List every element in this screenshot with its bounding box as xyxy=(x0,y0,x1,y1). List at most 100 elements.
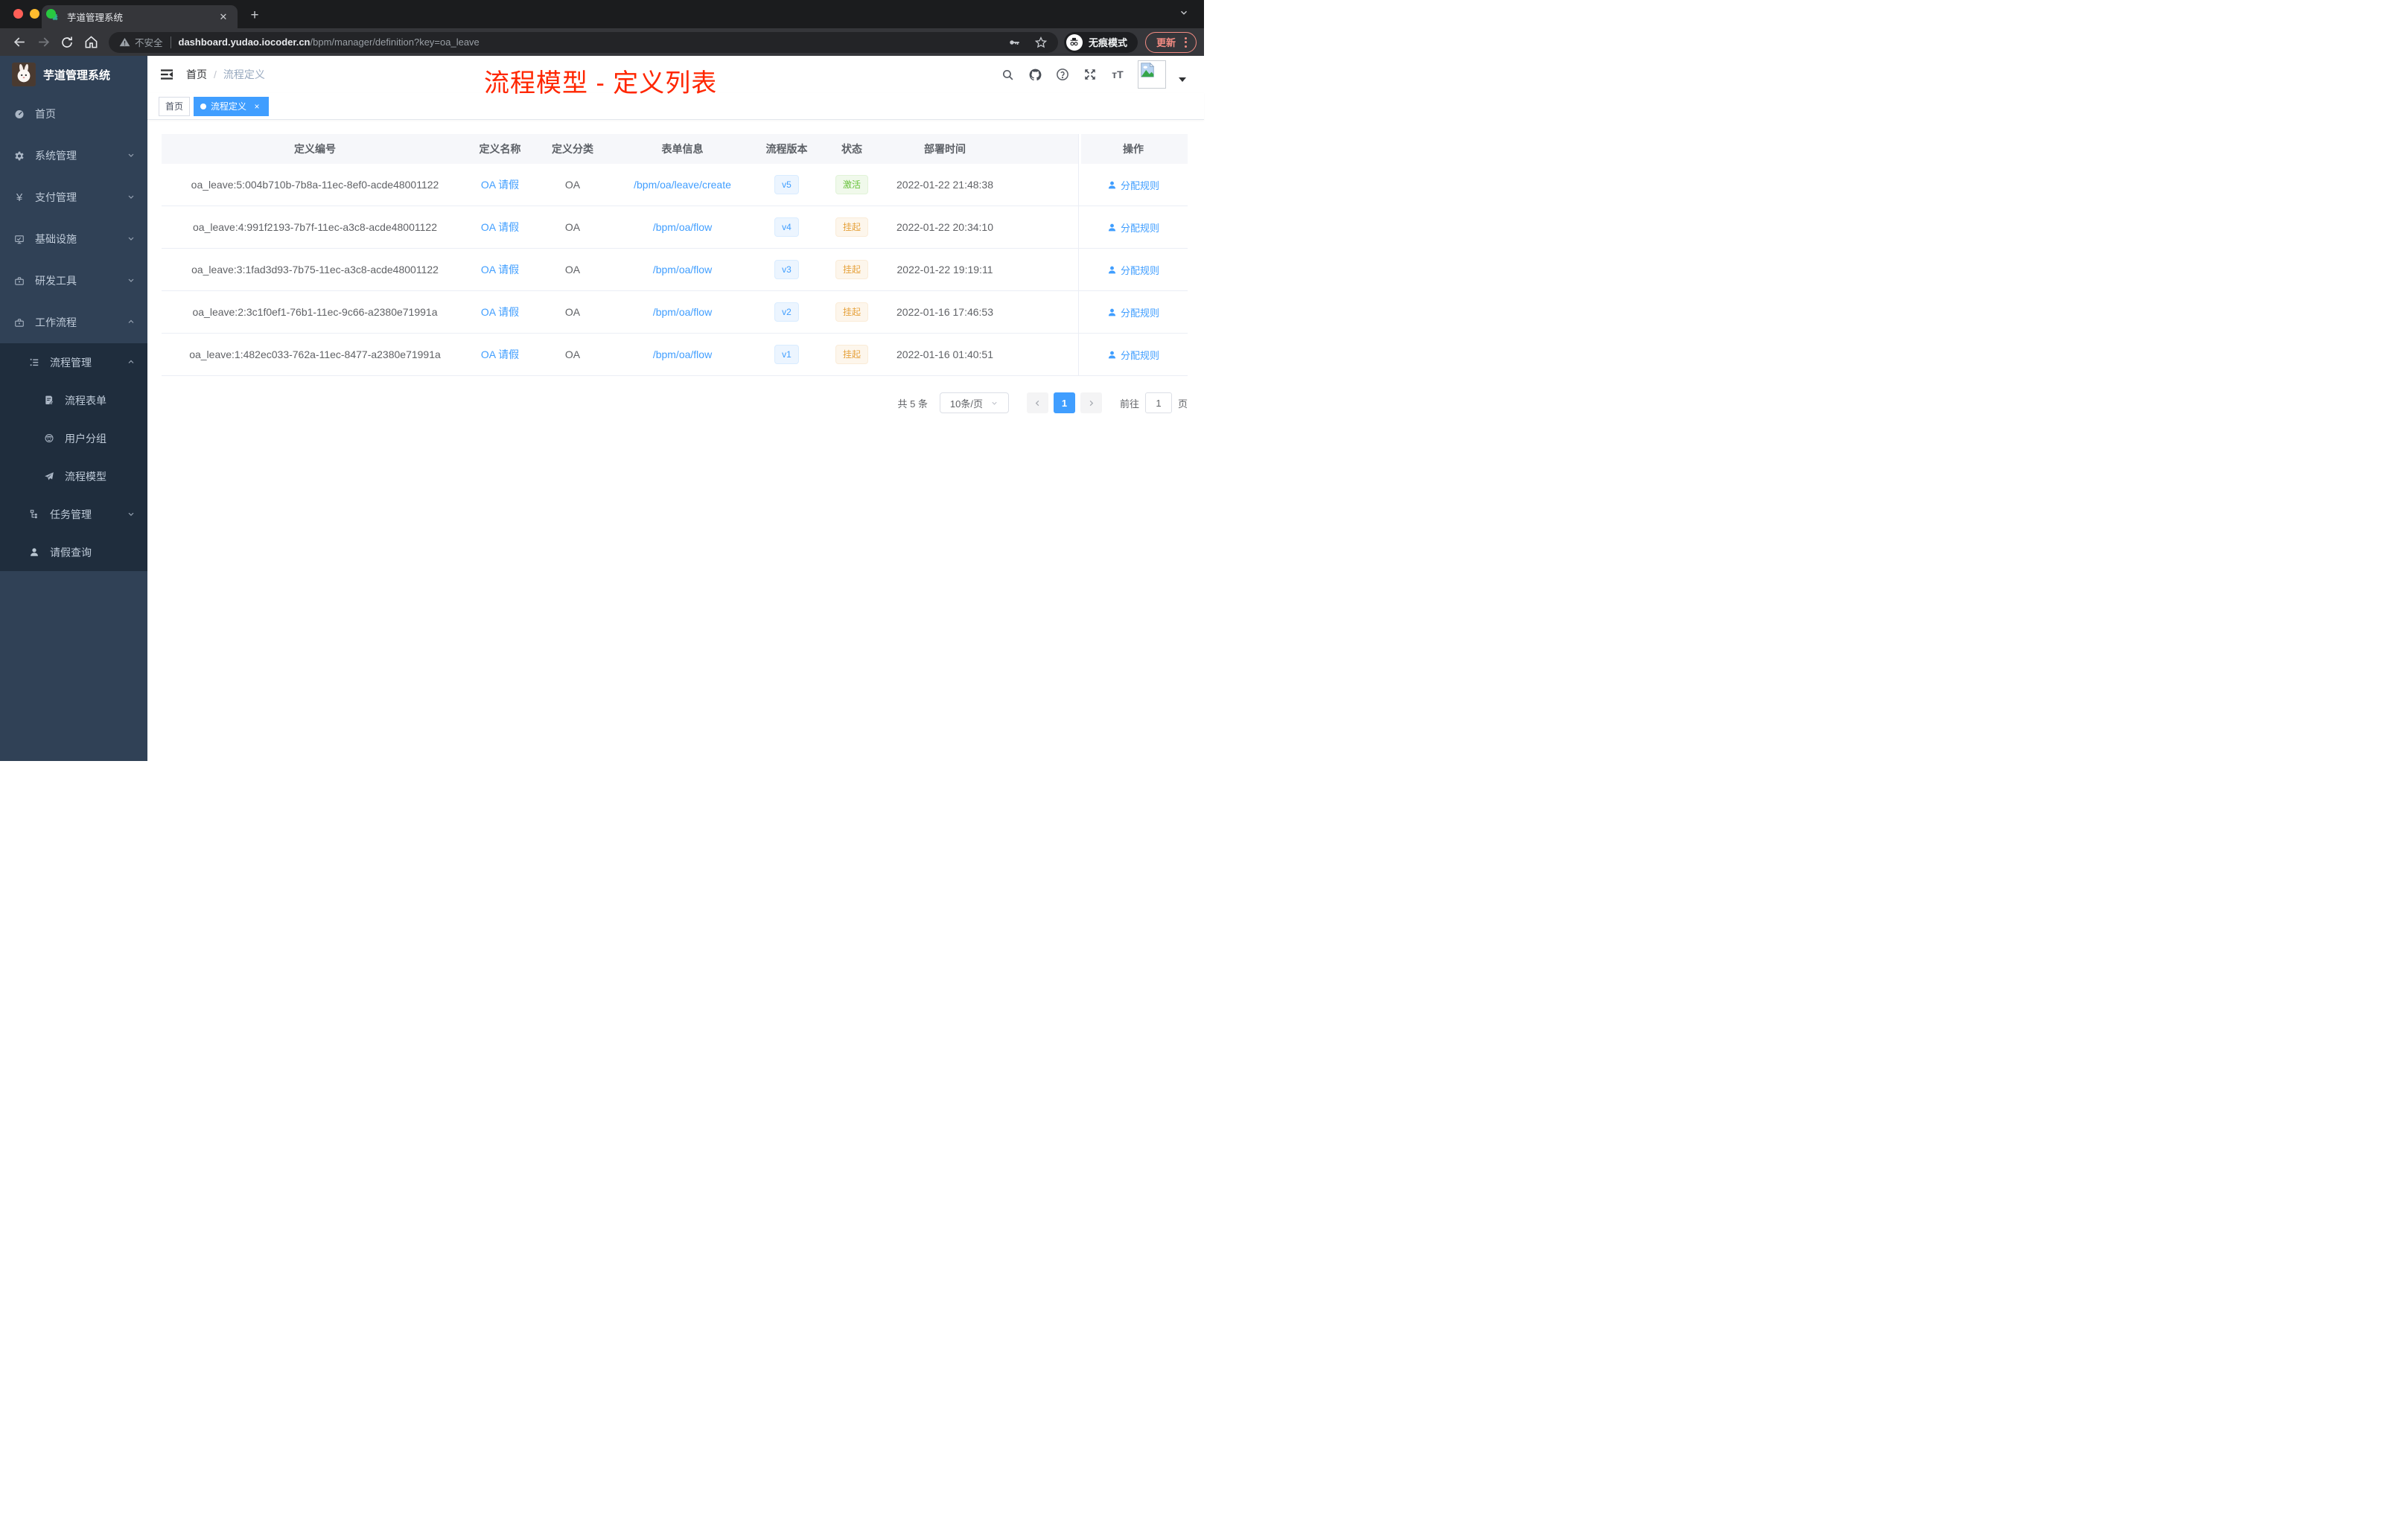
close-window-button[interactable] xyxy=(13,9,23,19)
sidebar-item-leave-query[interactable]: 请假查询 xyxy=(0,533,147,571)
collapse-sidebar-icon[interactable] xyxy=(159,67,174,82)
form-link[interactable]: /bpm/oa/flow xyxy=(653,306,712,318)
tag-label: 流程定义 xyxy=(211,101,247,112)
form-link[interactable]: /bpm/oa/leave/create xyxy=(634,179,731,191)
deploy-time: 2022-01-16 17:46:53 xyxy=(896,306,993,318)
home-icon[interactable] xyxy=(80,32,101,53)
tab-close-icon[interactable]: ✕ xyxy=(217,10,230,24)
fullscreen-icon[interactable] xyxy=(1083,67,1098,82)
form-link[interactable]: /bpm/oa/flow xyxy=(653,348,712,360)
traffic-lights xyxy=(13,9,56,19)
sidebar-item-workflow[interactable]: 工作流程 xyxy=(0,302,147,343)
forward-icon[interactable] xyxy=(33,32,54,53)
sidebar-item-label: 系统管理 xyxy=(35,150,77,162)
table-row: oa_leave:5:004b710b-7b8a-11ec-8ef0-acde4… xyxy=(162,164,1188,206)
breadcrumb-home[interactable]: 首页 xyxy=(186,67,207,82)
zoom-window-button[interactable] xyxy=(46,9,56,19)
page-number-button[interactable]: 1 xyxy=(1053,392,1075,413)
goto-label: 前往 xyxy=(1119,398,1139,410)
browser-tab[interactable]: 芋道管理系统 ✕ xyxy=(42,5,238,28)
definition-id: oa_leave:4:991f2193-7b7f-11ec-a3c8-acde4… xyxy=(193,221,437,233)
sidebar-item-task-management[interactable]: 任务管理 xyxy=(0,495,147,533)
logo-rabbit-avatar xyxy=(12,63,36,86)
sidebar-item-label: 首页 xyxy=(35,108,56,120)
form-link[interactable]: /bpm/oa/flow xyxy=(653,264,712,276)
sidebar-item-home[interactable]: 首页 xyxy=(0,93,147,135)
assign-rule-button[interactable]: 分配规则 xyxy=(1107,220,1159,235)
sidebar-item-label: 任务管理 xyxy=(50,508,92,520)
active-tag-dot xyxy=(200,103,207,109)
chevron-up-icon xyxy=(127,357,136,369)
definition-category: OA xyxy=(564,264,581,276)
tag-close-icon[interactable]: × xyxy=(252,101,262,112)
column-header: 定义分类 xyxy=(552,143,593,155)
assign-rule-button[interactable]: 分配规则 xyxy=(1107,348,1159,362)
column-header: 状态 xyxy=(841,143,862,155)
sidebar-logo[interactable]: 芋道管理系统 xyxy=(0,56,147,93)
sidebar-item-payment[interactable]: ¥ 支付管理 xyxy=(0,176,147,218)
back-icon[interactable] xyxy=(9,32,30,53)
update-button[interactable]: 更新 xyxy=(1144,31,1197,53)
pagination: 共 5 条 10条/页 1 前往 页 xyxy=(162,392,1188,413)
new-tab-button[interactable]: + xyxy=(245,6,264,25)
column-header: 表单信息 xyxy=(661,143,704,155)
sidebar-item-label: 支付管理 xyxy=(35,191,77,203)
search-icon[interactable] xyxy=(1000,67,1015,82)
column-header: 定义名称 xyxy=(479,143,521,155)
url-domain: dashboard.yudao.iocoder.cn xyxy=(178,36,310,48)
tab-search-chevron-icon[interactable] xyxy=(1179,7,1189,22)
sidebar-item-process-management[interactable]: 流程管理 xyxy=(0,343,147,381)
sidebar-item-process-form[interactable]: 流程表单 xyxy=(0,381,147,419)
assign-rule-button[interactable]: 分配规则 xyxy=(1107,263,1159,277)
version-badge: v3 xyxy=(774,260,799,279)
definition-category: OA xyxy=(564,306,581,318)
chevron-down-icon xyxy=(992,401,997,405)
form-link[interactable]: /bpm/oa/flow xyxy=(653,221,712,233)
sidebar-item-label: 流程管理 xyxy=(50,356,92,369)
assign-rule-button[interactable]: 分配规则 xyxy=(1107,305,1159,319)
prev-page-button[interactable] xyxy=(1026,392,1048,413)
reload-icon[interactable] xyxy=(57,32,77,53)
breadcrumb-current: 流程定义 xyxy=(223,69,265,80)
chevron-left-icon xyxy=(1035,400,1039,406)
definition-name-link[interactable]: OA 请假 xyxy=(481,179,519,191)
user-group-icon xyxy=(44,433,54,444)
definition-name-link[interactable]: OA 请假 xyxy=(481,348,519,360)
breadcrumb: 首页 / 流程定义 xyxy=(186,67,265,82)
definition-category: OA xyxy=(564,179,581,191)
password-key-icon[interactable] xyxy=(1007,36,1021,49)
browser-menu-dots-icon[interactable] xyxy=(1182,36,1190,48)
table-row: oa_leave:2:3c1f0ef1-76b1-11ec-9c66-a2380… xyxy=(162,291,1188,334)
url-bar[interactable]: 不安全 dashboard.yudao.iocoder.cn/bpm/manag… xyxy=(109,31,1058,53)
sidebar-item-infrastructure[interactable]: 基础设施 xyxy=(0,218,147,260)
chevron-up-icon xyxy=(127,316,136,328)
definition-name-link[interactable]: OA 请假 xyxy=(481,221,519,233)
user-avatar-broken-image[interactable] xyxy=(1138,60,1166,89)
toolbox-icon xyxy=(14,276,25,286)
minimize-window-button[interactable] xyxy=(30,9,39,19)
bookmark-star-icon[interactable] xyxy=(1034,36,1048,49)
table-row: oa_leave:4:991f2193-7b7f-11ec-a3c8-acde4… xyxy=(162,206,1188,249)
tree-icon xyxy=(29,509,39,520)
sidebar-item-process-model[interactable]: 流程模型 xyxy=(0,457,147,495)
page-jump-input[interactable] xyxy=(1144,392,1172,413)
font-size-icon[interactable]: тT xyxy=(1110,67,1125,82)
security-warning-label[interactable]: 不安全 xyxy=(135,35,163,49)
tag-process-definition[interactable]: 流程定义 × xyxy=(194,96,270,116)
definition-category: OA xyxy=(564,348,581,360)
definition-name-link[interactable]: OA 请假 xyxy=(481,264,519,276)
tag-home[interactable]: 首页 xyxy=(159,96,191,116)
sidebar-item-system[interactable]: 系统管理 xyxy=(0,135,147,176)
next-page-button[interactable] xyxy=(1080,392,1102,413)
sidebar-item-user-group[interactable]: 用户分组 xyxy=(0,419,147,457)
github-icon[interactable] xyxy=(1028,67,1042,82)
sidebar-item-dev-tools[interactable]: 研发工具 xyxy=(0,260,147,302)
definition-name-link[interactable]: OA 请假 xyxy=(481,306,519,318)
content-area: 定义编号 定义名称 定义分类 表单信息 流程版本 状态 部署时间 操作 oa_l… xyxy=(147,120,1204,413)
avatar-dropdown-caret-icon[interactable] xyxy=(1179,77,1186,82)
user-icon xyxy=(1108,308,1116,316)
assign-rule-button[interactable]: 分配规则 xyxy=(1107,178,1159,192)
page-size-select[interactable]: 10条/页 xyxy=(939,392,1009,413)
help-icon[interactable] xyxy=(1055,67,1070,82)
sidebar: 芋道管理系统 首页 系统管理 ¥ 支付管理 基础设施 研发工具 工作流程 流程管… xyxy=(0,56,147,761)
